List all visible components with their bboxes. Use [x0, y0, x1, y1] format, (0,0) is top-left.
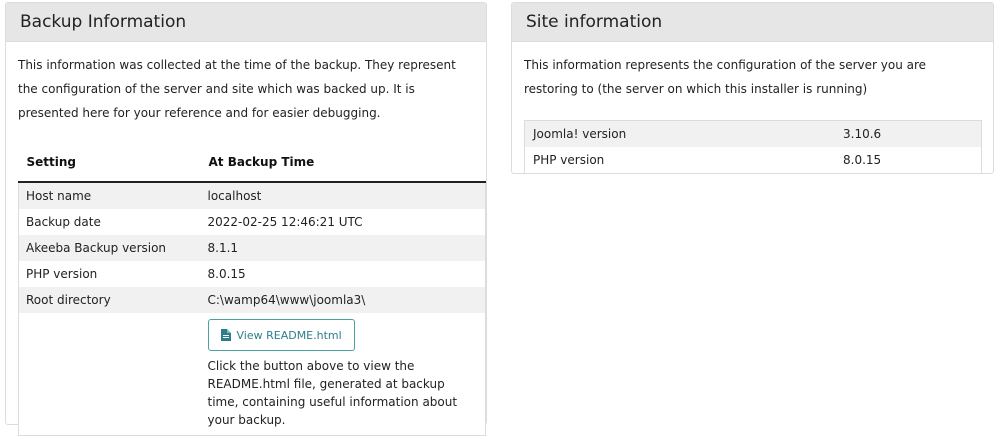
backup-information-title: Backup Information — [6, 3, 486, 42]
setting-value: localhost — [200, 182, 486, 209]
file-icon — [220, 329, 231, 341]
table-row: PHP version 8.0.15 — [18, 261, 486, 287]
setting-value: 8.1.1 — [200, 235, 486, 261]
setting-label: Root directory — [18, 287, 201, 313]
table-row: Backup date 2022-02-25 12:46:21 UTC — [18, 209, 486, 235]
column-header-at-backup-time: At Backup Time — [200, 143, 486, 183]
view-readme-button[interactable]: View README.html — [207, 319, 355, 351]
setting-value: 2022-02-25 12:46:21 UTC — [200, 209, 486, 235]
backup-settings-table: Setting At Backup Time Host name localho… — [18, 143, 486, 436]
readme-note: Click the button above to view the READM… — [207, 359, 458, 427]
site-information-panel: Site information This information repres… — [511, 2, 994, 174]
readme-row: View README.html Click the button above … — [18, 313, 486, 436]
setting-value: C:\wamp64\www\joomla3\ — [200, 287, 486, 313]
setting-value: 3.10.6 — [835, 120, 982, 147]
table-row: Akeeba Backup version 8.1.1 — [18, 235, 486, 261]
setting-label: PHP version — [18, 261, 201, 287]
table-row: Host name localhost — [18, 182, 486, 209]
site-information-title: Site information — [512, 3, 993, 42]
backup-information-panel: Backup Information This information was … — [5, 2, 487, 436]
column-header-setting: Setting — [18, 143, 201, 183]
setting-label: PHP version — [524, 147, 835, 174]
table-row: Joomla! version 3.10.6 — [524, 120, 982, 147]
site-settings-table: Joomla! version 3.10.6 PHP version 8.0.1… — [524, 120, 982, 174]
setting-label: Joomla! version — [524, 120, 835, 147]
table-row: Root directory C:\wamp64\www\joomla3\ — [18, 287, 486, 313]
setting-label: Backup date — [18, 209, 201, 235]
setting-label: Akeeba Backup version — [18, 235, 201, 261]
view-readme-label: View README.html — [236, 328, 342, 342]
setting-label: Host name — [18, 182, 201, 209]
table-row: PHP version 8.0.15 — [524, 147, 982, 174]
site-information-intro: This information represents the configur… — [524, 58, 927, 96]
setting-value: 8.0.15 — [835, 147, 982, 174]
setting-value: 8.0.15 — [200, 261, 486, 287]
backup-information-intro: This information was collected at the ti… — [18, 58, 456, 120]
